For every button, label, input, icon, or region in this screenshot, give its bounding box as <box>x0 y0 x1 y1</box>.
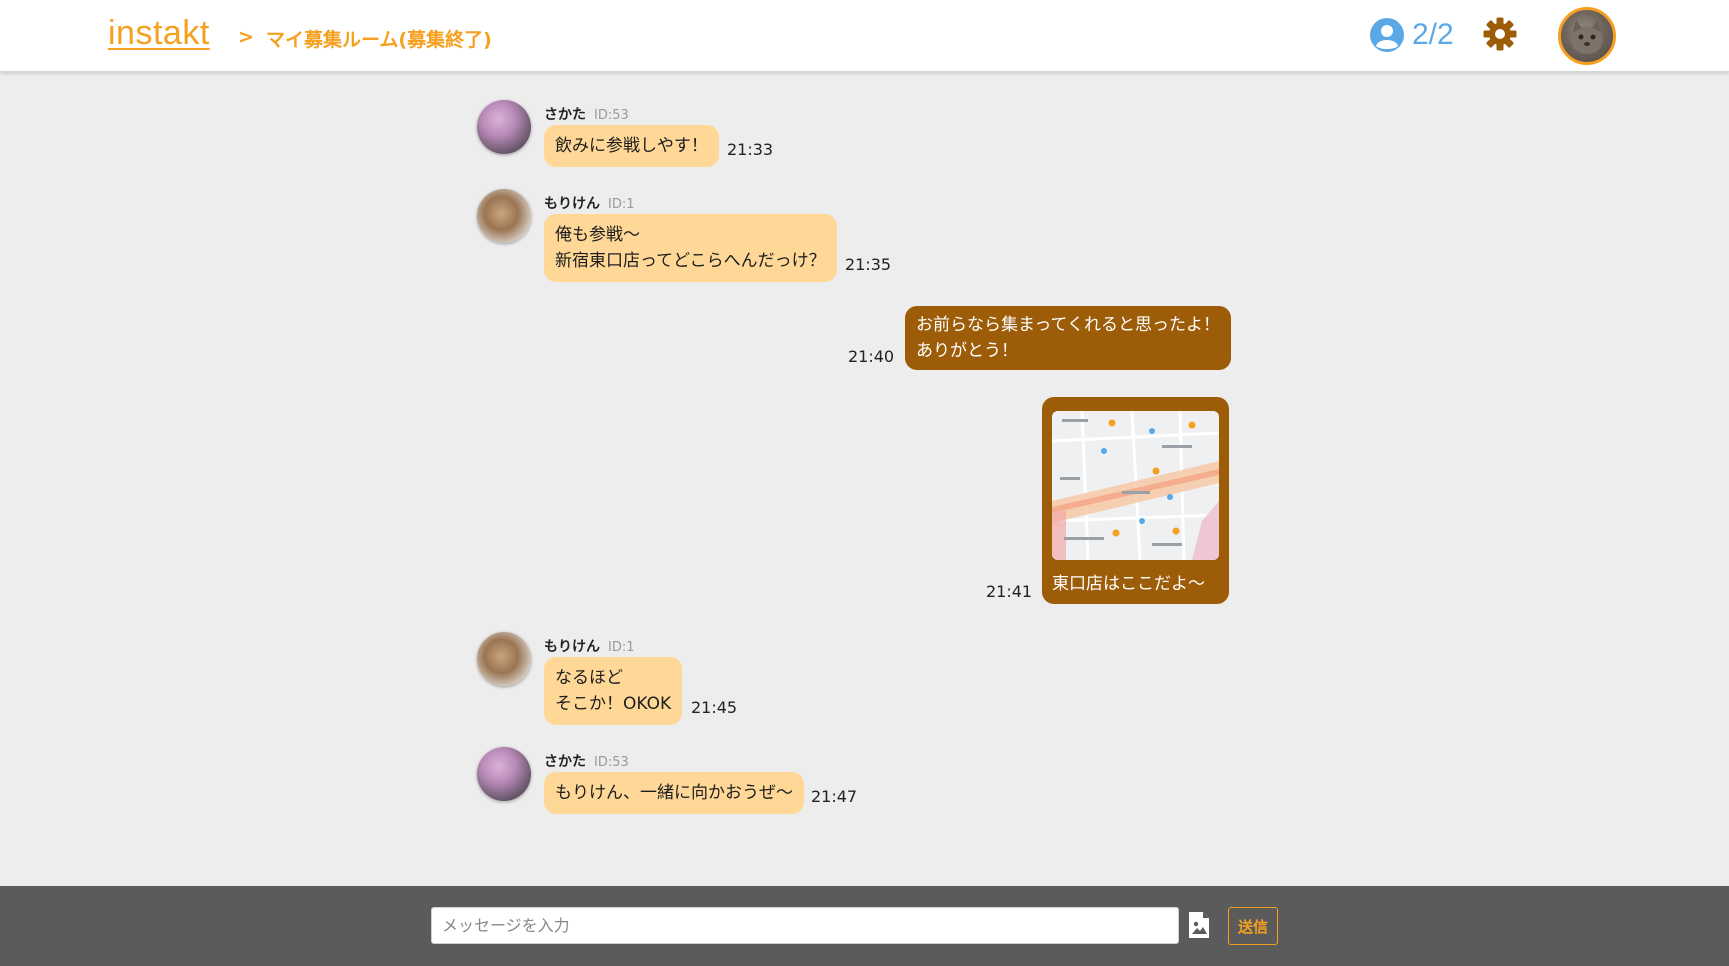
message-text: 飲みに参戦しやす！ <box>555 136 708 156</box>
avatar-sakata[interactable] <box>477 747 531 801</box>
message-input[interactable] <box>431 907 1179 944</box>
sender-name: さかた <box>544 754 586 770</box>
message-bubble: なるほど そこか！OKOK <box>544 657 683 725</box>
gear-icon[interactable] <box>1482 16 1518 52</box>
send-button[interactable]: 送信 <box>1228 907 1278 945</box>
message-time: 21:40 <box>848 347 895 366</box>
message-time: 21:33 <box>727 140 774 159</box>
member-count-indicator[interactable]: 2/2 <box>1370 17 1454 53</box>
breadcrumb-separator: > <box>238 26 254 48</box>
message-composer: 送信 <box>0 886 1729 966</box>
message-sender: もりけん ID:1 <box>544 636 635 656</box>
message-sender: さかた ID:53 <box>544 104 629 124</box>
message-text: そこか！OKOK <box>555 694 672 714</box>
sender-id: ID:1 <box>608 197 635 212</box>
message-text: なるほど <box>555 668 623 688</box>
message-bubble: 飲みに参戦しやす！ <box>544 125 719 167</box>
message-text: 俺も参戦〜 <box>555 225 640 245</box>
message-sender: もりけん ID:1 <box>544 193 635 213</box>
message-text: お前らなら集まってくれると思ったよ！ <box>916 315 1220 335</box>
map-image[interactable] <box>1052 411 1219 560</box>
message-time: 21:45 <box>691 698 738 717</box>
my-image-message: 東口店はここだよ〜 <box>1042 397 1229 604</box>
message-bubble: 俺も参戦〜 新宿東口店ってどこらへんだっけ？ <box>544 214 837 282</box>
message-time: 21:47 <box>811 787 858 806</box>
sender-name: もりけん <box>544 639 600 655</box>
app-header: instakt > マイ募集ルーム(募集終了) 2/2 <box>0 0 1729 72</box>
breadcrumb-room[interactable]: マイ募集ルーム(募集終了) <box>266 25 492 52</box>
message-sender: さかた ID:53 <box>544 751 629 771</box>
image-caption: 東口店はここだよ〜 <box>1052 574 1205 594</box>
member-count: 2/2 <box>1412 18 1454 51</box>
sender-id: ID:53 <box>594 108 629 123</box>
message-text: ありがとう！ <box>916 341 1018 361</box>
my-message-bubble: お前らなら集まってくれると思ったよ！ ありがとう！ <box>905 306 1231 370</box>
sender-name: さかた <box>544 107 586 123</box>
image-attach-icon[interactable] <box>1187 910 1211 940</box>
message-time: 21:41 <box>986 582 1033 601</box>
sender-id: ID:1 <box>608 640 635 655</box>
message-text: 新宿東口店ってどこらへんだっけ？ <box>555 251 826 271</box>
avatar-moriken[interactable] <box>477 632 531 686</box>
user-circle-icon <box>1370 18 1404 52</box>
message-text: もりけん、一緒に向かおうぜ〜 <box>555 783 793 803</box>
message-bubble: もりけん、一緒に向かおうぜ〜 <box>544 772 804 814</box>
sender-name: もりけん <box>544 196 600 212</box>
user-avatar[interactable] <box>1558 7 1616 65</box>
avatar-moriken[interactable] <box>477 189 531 243</box>
avatar-sakata[interactable] <box>477 100 531 154</box>
message-time: 21:35 <box>845 255 892 274</box>
sender-id: ID:53 <box>594 755 629 770</box>
app-logo[interactable]: instakt <box>108 14 210 53</box>
